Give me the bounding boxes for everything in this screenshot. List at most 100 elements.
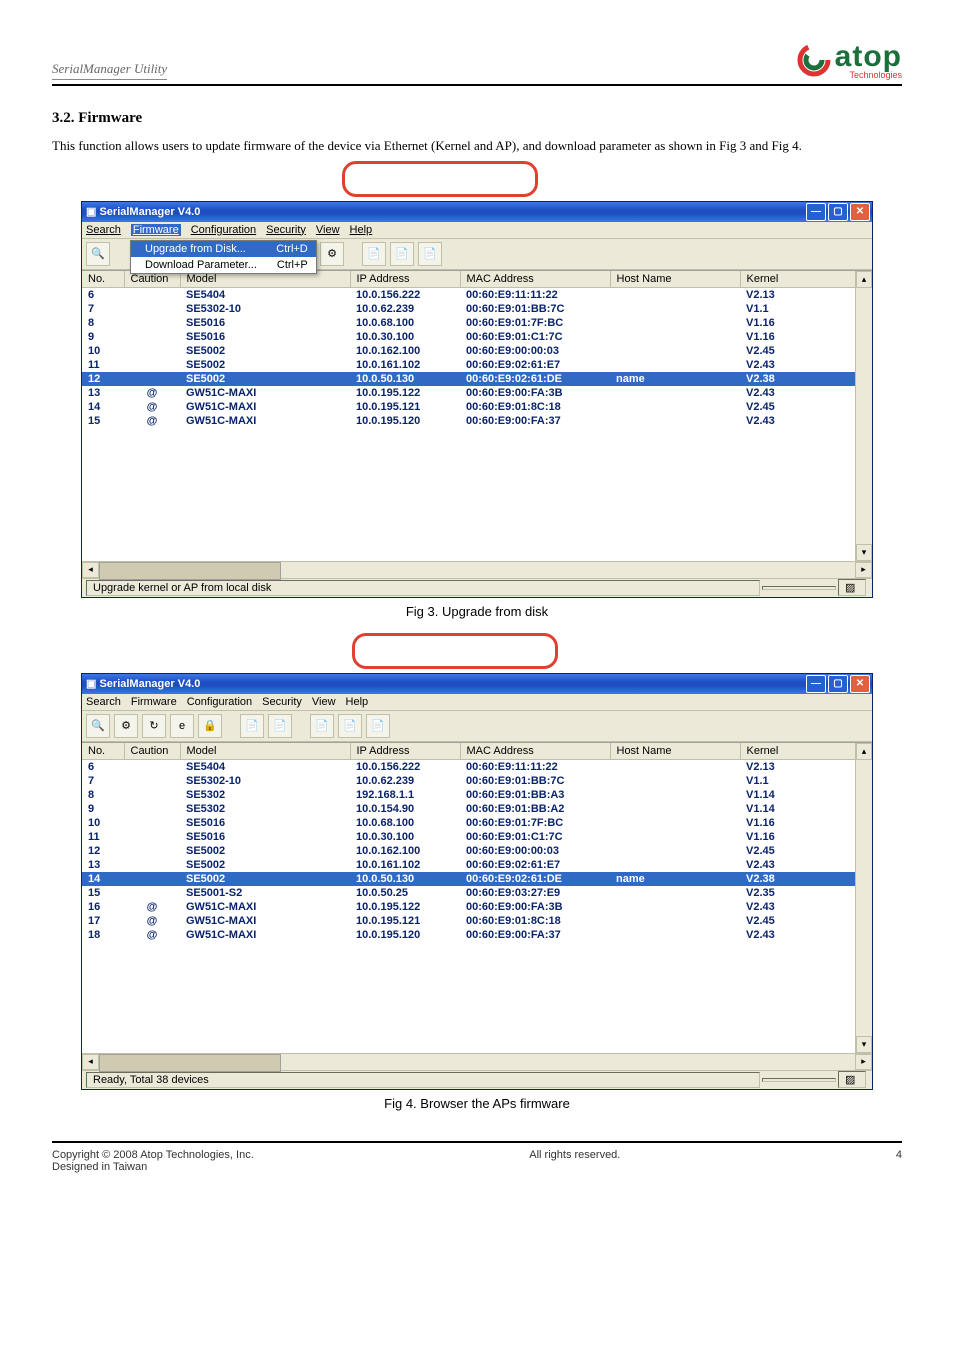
table-row[interactable]: 12SE500210.0.50.13000:60:E9:02:61:DEname… (82, 372, 872, 386)
vertical-scrollbar[interactable]: ▴ ▾ (855, 271, 872, 561)
minimize-button[interactable]: — (806, 203, 826, 221)
cell-mac: 00:60:E9:00:FA:3B (460, 900, 610, 914)
col-host[interactable]: Host Name (610, 743, 740, 760)
toolbar-btn-1[interactable]: 🔍 (86, 714, 110, 738)
table-row[interactable]: 18@GW51C-MAXI10.0.195.12000:60:E9:00:FA:… (82, 928, 872, 942)
table-row[interactable]: 11SE501610.0.30.10000:60:E9:01:C1:7CV1.1… (82, 830, 872, 844)
col-caution[interactable]: Caution (124, 743, 180, 760)
table-row[interactable]: 9SE501610.0.30.10000:60:E9:01:C1:7CV1.16 (82, 330, 872, 344)
table-row[interactable]: 8SE5302192.168.1.100:60:E9:01:BB:A3V1.14 (82, 788, 872, 802)
col-no[interactable]: No. (82, 271, 124, 288)
table-row[interactable]: 15SE5001-S210.0.50.2500:60:E9:03:27:E9V2… (82, 886, 872, 900)
device-table-wrap: No. Caution Model IP Address MAC Address… (82, 742, 872, 1053)
col-kernel[interactable]: Kernel▲ (740, 743, 872, 760)
toolbar-btn-3[interactable]: ↻ (142, 714, 166, 738)
toolbar-btn-net[interactable]: ⚙ (320, 242, 344, 266)
toolbar-btn-9[interactable]: 📄 (338, 714, 362, 738)
table-row[interactable]: 6SE540410.0.156.22200:60:E9:11:11:22V2.1… (82, 759, 872, 774)
menu-search[interactable]: Search (86, 224, 121, 236)
scroll-thumb[interactable] (99, 1054, 281, 1072)
close-button[interactable]: ✕ (850, 203, 870, 221)
toolbar-btn-6[interactable]: 📄 (240, 714, 264, 738)
table-row[interactable]: 11SE500210.0.161.10200:60:E9:02:61:E7V2.… (82, 358, 872, 372)
col-no[interactable]: No. (82, 743, 124, 760)
table-row[interactable]: 8SE501610.0.68.10000:60:E9:01:7F:BCV1.16 (82, 316, 872, 330)
maximize-button[interactable]: ▢ (828, 675, 848, 693)
toolbar-btn-2[interactable]: ⚙ (114, 714, 138, 738)
toolbar-btn-7[interactable]: 📄 (268, 714, 292, 738)
col-ip[interactable]: IP Address (350, 743, 460, 760)
table-row[interactable]: 9SE530210.0.154.9000:60:E9:01:BB:A2V1.14 (82, 802, 872, 816)
col-ip[interactable]: IP Address (350, 271, 460, 288)
menu-security[interactable]: Security (266, 224, 306, 236)
col-mac[interactable]: MAC Address (460, 271, 610, 288)
menu-help[interactable]: Help (346, 696, 369, 708)
titlebar[interactable]: ▣ SerialManager V4.0 — ▢ ✕ (82, 202, 872, 222)
menu-configuration[interactable]: Configuration (187, 696, 252, 708)
maximize-button[interactable]: ▢ (828, 203, 848, 221)
toolbar-btn-10[interactable]: 📄 (366, 714, 390, 738)
col-model[interactable]: Model (180, 743, 350, 760)
menu-security[interactable]: Security (262, 696, 302, 708)
table-row[interactable]: 16@GW51C-MAXI10.0.195.12200:60:E9:00:FA:… (82, 900, 872, 914)
cell-caution (124, 844, 180, 858)
toolbar-btn-5[interactable]: 🔒 (198, 714, 222, 738)
cell-host (610, 928, 740, 942)
toolbar-btn-a[interactable]: 📄 (362, 242, 386, 266)
menu-help[interactable]: Help (350, 224, 373, 236)
toolbar-btn-ie[interactable]: e (170, 714, 194, 738)
table-row[interactable]: 14@GW51C-MAXI10.0.195.12100:60:E9:01:8C:… (82, 400, 872, 414)
cell-host (610, 759, 740, 774)
table-row[interactable]: 7SE5302-1010.0.62.23900:60:E9:01:BB:7CV1… (82, 302, 872, 316)
cell-model: GW51C-MAXI (180, 400, 350, 414)
scroll-left-icon[interactable]: ◂ (82, 1054, 99, 1070)
table-row[interactable]: 17@GW51C-MAXI10.0.195.12100:60:E9:01:8C:… (82, 914, 872, 928)
table-row[interactable]: 15@GW51C-MAXI10.0.195.12000:60:E9:00:FA:… (82, 414, 872, 428)
scroll-up-icon[interactable]: ▴ (856, 271, 872, 288)
horizontal-scrollbar[interactable]: ◂ ▸ (82, 561, 872, 578)
table-row[interactable]: 12SE500210.0.162.10000:60:E9:00:00:03V2.… (82, 844, 872, 858)
col-mac[interactable]: MAC Address (460, 743, 610, 760)
close-button[interactable]: ✕ (850, 675, 870, 693)
toolbar-btn-b[interactable]: 📄 (390, 242, 414, 266)
scroll-up-icon[interactable]: ▴ (856, 743, 872, 760)
statusbar: Ready, Total 38 devices ▨ (82, 1070, 872, 1089)
menu-firmware[interactable]: Firmware (131, 696, 177, 708)
menu-item-upgrade[interactable]: Upgrade from Disk...Ctrl+D (131, 241, 316, 257)
scroll-left-icon[interactable]: ◂ (82, 562, 99, 578)
minimize-button[interactable]: — (806, 675, 826, 693)
header-left: SerialManager Utility (52, 61, 167, 80)
table-row[interactable]: 6SE540410.0.156.22200:60:E9:11:11:22V2.1… (82, 287, 872, 302)
table-row[interactable]: 10SE500210.0.162.10000:60:E9:00:00:03V2.… (82, 344, 872, 358)
menu-configuration[interactable]: Configuration (191, 224, 256, 236)
table-row[interactable]: 13SE500210.0.161.10200:60:E9:02:61:E7V2.… (82, 858, 872, 872)
table-row[interactable]: 7SE5302-1010.0.62.23900:60:E9:01:BB:7CV1… (82, 774, 872, 788)
cell-no: 14 (82, 872, 124, 886)
menu-firmware[interactable]: Firmware (131, 224, 181, 236)
scroll-down-icon[interactable]: ▾ (856, 544, 872, 561)
menu-item-download-parameter[interactable]: Download Parameter...Ctrl+P (131, 257, 316, 273)
scroll-right-icon[interactable]: ▸ (855, 1054, 872, 1070)
table-row[interactable]: 14SE500210.0.50.13000:60:E9:02:61:DEname… (82, 872, 872, 886)
cell-mac: 00:60:E9:03:27:E9 (460, 886, 610, 900)
col-host[interactable]: Host Name (610, 271, 740, 288)
resize-grip-icon[interactable]: ▨ (838, 1071, 866, 1088)
scroll-down-icon[interactable]: ▾ (856, 1036, 872, 1053)
scroll-thumb[interactable] (99, 562, 281, 580)
col-kernel[interactable]: Kernel▲ (740, 271, 872, 288)
menu-view[interactable]: View (312, 696, 336, 708)
cell-host (610, 802, 740, 816)
table-row[interactable]: 13@GW51C-MAXI10.0.195.12200:60:E9:00:FA:… (82, 386, 872, 400)
horizontal-scrollbar[interactable]: ◂ ▸ (82, 1053, 872, 1070)
vertical-scrollbar[interactable]: ▴ ▾ (855, 743, 872, 1053)
table-row[interactable]: 10SE501610.0.68.10000:60:E9:01:7F:BCV1.1… (82, 816, 872, 830)
menu-search[interactable]: Search (86, 696, 121, 708)
toolbar-btn-c[interactable]: 📄 (418, 242, 442, 266)
toolbar-btn-8[interactable]: 📄 (310, 714, 334, 738)
titlebar[interactable]: ▣ SerialManager V4.0 — ▢ ✕ (82, 674, 872, 694)
resize-grip-icon[interactable]: ▨ (838, 579, 866, 596)
cell-no: 10 (82, 816, 124, 830)
scroll-right-icon[interactable]: ▸ (855, 562, 872, 578)
toolbar-btn-1[interactable]: 🔍 (86, 242, 110, 266)
menu-view[interactable]: View (316, 224, 340, 236)
